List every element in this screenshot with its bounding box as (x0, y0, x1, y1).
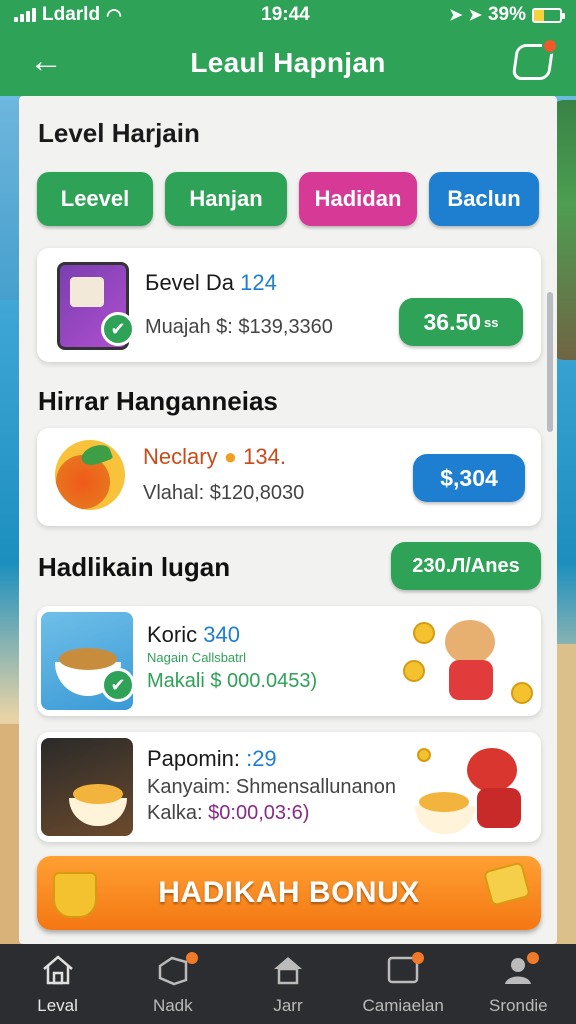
red-dog-mascot-image (407, 738, 537, 838)
card-subtitle: Vlahal: $120,8030 (143, 482, 305, 504)
clock: 19:44 (261, 4, 310, 25)
nav-label: Nadk (152, 996, 193, 1015)
price-button[interactable]: $,304 (413, 454, 525, 502)
bonus-button[interactable]: HADIKAH BONUX (37, 856, 541, 930)
home-icon (42, 955, 73, 985)
card-description: Kanyaim: Shmensallunanon (147, 776, 397, 798)
card-amount: Makali $ 000.0453) (147, 670, 318, 692)
count-pill[interactable]: 230.Л/Anes (391, 542, 541, 590)
location-icon: ➤ (449, 7, 463, 24)
nav-item-nadk[interactable]: Nadk (118, 944, 228, 1024)
check-badge-icon: ✔ (101, 312, 135, 346)
card-amount: Kalka: $0:00,03:6) (147, 802, 310, 824)
card-title: Бevel Da 124 (145, 270, 277, 295)
tab-baclun[interactable]: Baclun (429, 172, 539, 226)
nav-label: Jarr (273, 996, 303, 1015)
card-tagline: Nagain Callsbatrl (147, 650, 246, 665)
nav-item-camiaelan[interactable]: Camiaelan (348, 944, 458, 1024)
nav-label: Srondie (489, 996, 548, 1015)
box-icon (158, 956, 188, 986)
price-button[interactable]: 36.50 ss (399, 298, 523, 346)
nav-badge-dot (185, 952, 198, 964)
cup-icon (53, 872, 97, 918)
recipe-card[interactable]: Papomin: :29 Kanyaim: Shmensallunanon Ka… (37, 732, 541, 842)
tab-hadidan[interactable]: Hadidan (299, 172, 417, 226)
level-card[interactable]: ✔ Бevel Da 124 Muajah $: $139,3360 36.50… (37, 248, 541, 362)
nav-label: Leval (37, 996, 78, 1015)
arrow-left-icon[interactable]: ← (26, 44, 66, 80)
section-heading: Hirrar Hanganneias (38, 386, 278, 416)
house-icon (273, 957, 302, 985)
nav-item-srondie[interactable]: Srondie (463, 944, 573, 1024)
send-icon: ➤ (468, 7, 482, 24)
check-badge-icon: ✔ (101, 668, 135, 702)
signal-icon (14, 8, 36, 22)
battery-icon (531, 7, 565, 23)
nav-badge-dot (527, 952, 540, 964)
status-bar: Ldarld ◠ 19:44 ➤ ➤ 39% (0, 0, 576, 30)
card-title: Neclary ● 134. (143, 444, 286, 469)
gift-icon (483, 861, 531, 907)
tab-hanjan[interactable]: Hanjan (165, 172, 287, 226)
nav-label: Camiaelan (362, 996, 444, 1015)
wifi-icon: ◠ (106, 4, 122, 25)
scrollbar[interactable] (547, 292, 553, 432)
nav-badge-dot (412, 952, 425, 964)
nav-item-jarr[interactable]: Jarr (233, 944, 343, 1024)
tab-leevel[interactable]: Leevel (37, 172, 153, 226)
food-card[interactable]: ✔ Koric 340 Nagain Callsbatrl Makali $ 0… (37, 606, 541, 716)
card-title: Koric 340 (147, 622, 240, 647)
background-sand-right (554, 644, 576, 944)
app-title: Leaul Hapnjan (190, 47, 386, 78)
tab-bar: Leevel Hanjan Hadidan Baclun (37, 172, 539, 226)
fruit-logo-icon (55, 440, 125, 510)
nav-item-leval[interactable]: Leval (3, 944, 113, 1024)
offer-card[interactable]: Neclary ● 134. Vlahal: $120,8030 $,304 (37, 428, 541, 526)
bottom-navigation: Leval Nadk Jarr Camiaelan Srondie (0, 944, 576, 1024)
card-subtitle: Muajah $: $139,3360 (145, 316, 333, 338)
section-heading: Hadlikain lugan (38, 552, 231, 582)
carrier-label: Ldarld (42, 4, 101, 25)
card-title: Papomin: :29 (147, 746, 277, 771)
battery-percent: 39% (487, 4, 526, 25)
notification-dot (542, 38, 558, 54)
app-header: ← Leaul Hapnjan (0, 30, 576, 96)
main-panel: Level Harjain Leevel Hanjan Hadidan Bacl… (19, 96, 557, 944)
bonus-label: HADIKAH BONUX (158, 876, 420, 909)
page-title: Level Harjain (38, 118, 200, 148)
dish-image (41, 738, 133, 836)
dog-mascot-image (403, 614, 537, 710)
